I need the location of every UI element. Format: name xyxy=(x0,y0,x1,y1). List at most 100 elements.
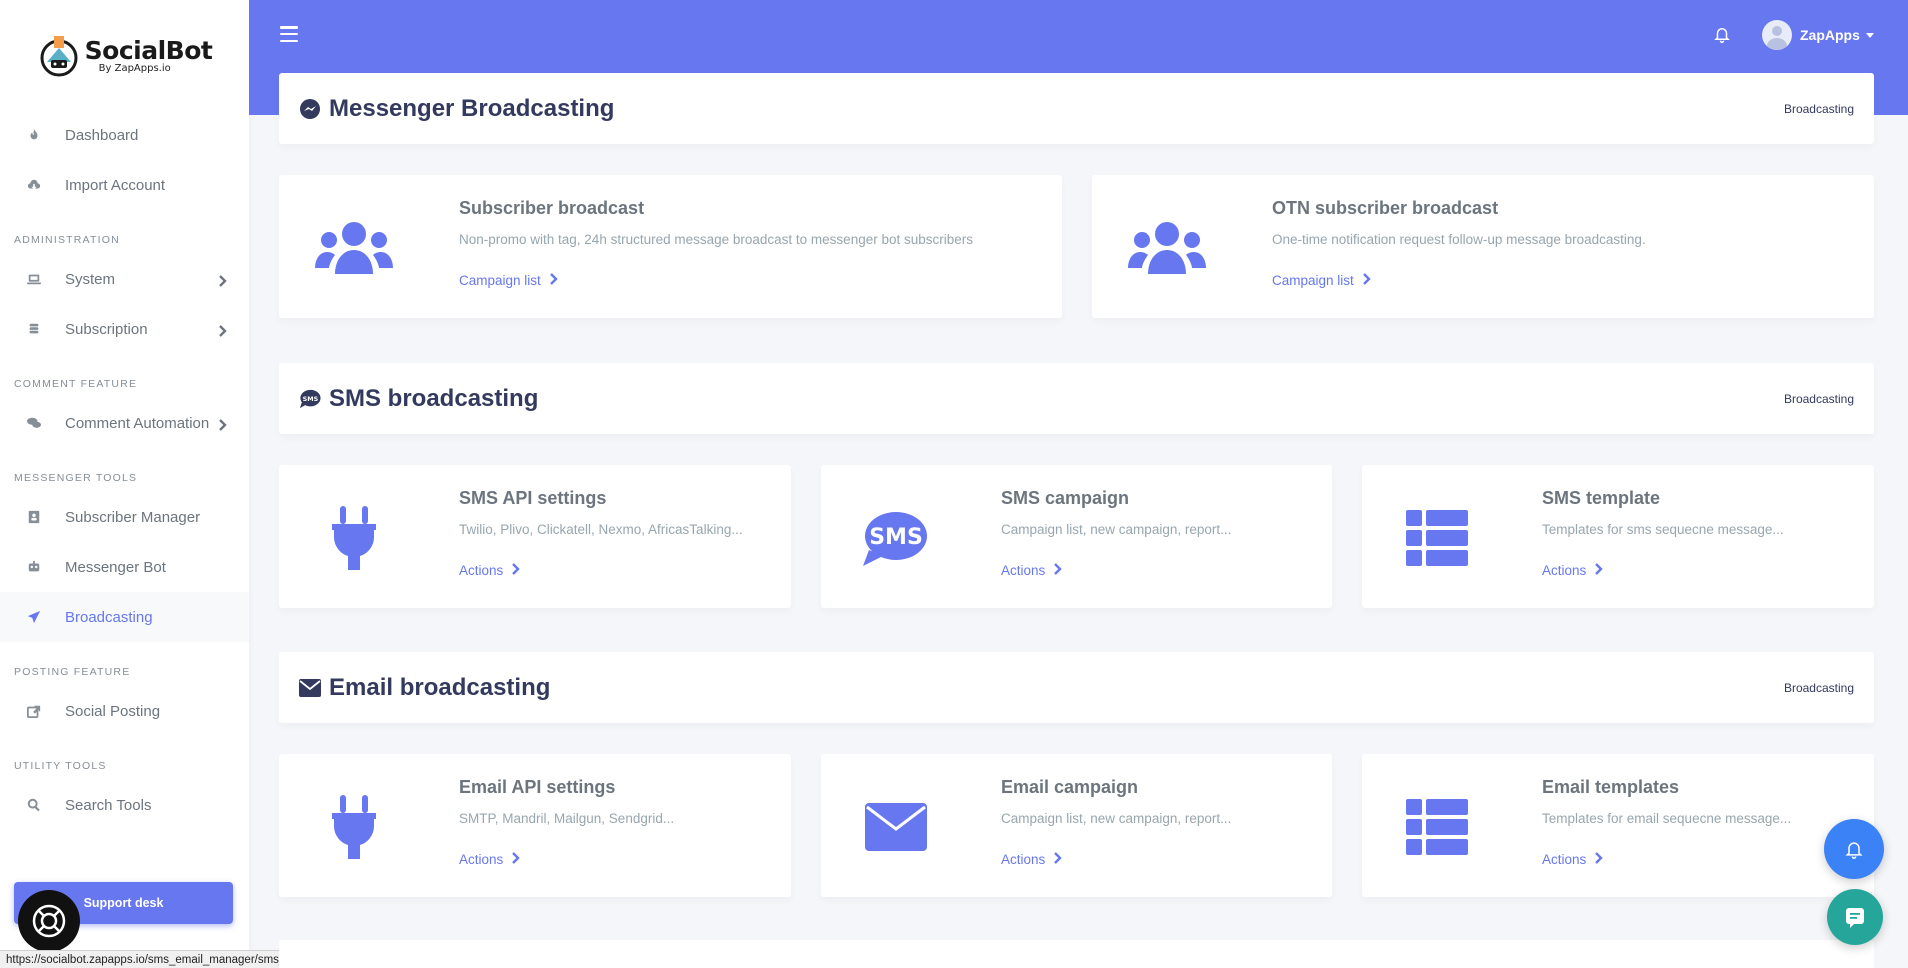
sidebar-item-label: Import Account xyxy=(65,176,166,194)
sidebar-item-label: System xyxy=(65,270,116,288)
feature-card: Email templates Templates for email seque… xyxy=(1362,754,1874,897)
card-title: OTN subscriber broadcast xyxy=(1272,198,1499,218)
sidebar-item-label: Subscription xyxy=(65,320,148,338)
sidebar-item-label: Messenger Bot xyxy=(65,558,166,576)
svg-text:SMS: SMS xyxy=(303,394,319,402)
sms-icon: SMS xyxy=(299,388,321,410)
th-list-icon xyxy=(1392,792,1482,862)
chevron-right-icon xyxy=(512,852,520,867)
avatar xyxy=(1762,20,1792,50)
sidebar-item-label: Search Tools xyxy=(65,796,152,814)
envelope-icon xyxy=(851,792,941,862)
chevron-right-icon xyxy=(1054,852,1062,867)
notification-fab-bell-icon[interactable] xyxy=(1824,819,1884,879)
card-action-link[interactable]: Campaign list xyxy=(1272,273,1371,288)
chat-fab-icon[interactable] xyxy=(1827,889,1883,945)
chevron-right-icon xyxy=(1362,273,1371,288)
card-description: Twilio, Plivo, Clickatell, Nexmo, Africa… xyxy=(459,522,743,537)
card-title: Email templates xyxy=(1542,777,1680,797)
th-list-icon xyxy=(1392,503,1482,573)
chevron-right-icon xyxy=(217,272,229,287)
sidebar-item-system[interactable]: System xyxy=(0,254,249,304)
feature-card: Subscriber broadcast Non-promo with tag, … xyxy=(279,175,1062,318)
feature-card: Email API settings SMTP, Mandril, Mailgun… xyxy=(279,754,791,897)
card-title: SMS campaign xyxy=(1001,488,1130,508)
card-link-label: Campaign list xyxy=(459,273,541,288)
feature-card: SMS SMS campaign Campaign list, new campai… xyxy=(821,465,1332,608)
breadcrumb[interactable]: Broadcasting xyxy=(1784,102,1854,116)
sidebar-item-search-tools[interactable]: Search Tools xyxy=(0,780,249,830)
card-link-label: Actions xyxy=(1542,563,1587,578)
sidebar-item-broadcasting[interactable]: Broadcasting xyxy=(0,592,249,642)
menu-section-header: ADMINISTRATION xyxy=(14,234,120,246)
lifebuoy-icon[interactable] xyxy=(18,890,80,952)
card-description: Templates for sms sequecne message... xyxy=(1542,522,1784,537)
card-action-link[interactable]: Actions xyxy=(1001,563,1062,578)
sidebar-item-subscriber-manager[interactable]: Subscriber Manager xyxy=(0,492,249,542)
card-action-link[interactable]: Actions xyxy=(1542,563,1603,578)
feature-card: Email campaign Campaign list, new campaig… xyxy=(821,754,1332,897)
caret-down-icon xyxy=(1865,32,1874,38)
sidebar-item-label: Dashboard xyxy=(65,126,139,144)
card-link-label: Actions xyxy=(1542,852,1587,867)
messenger-icon xyxy=(299,98,321,120)
bell-icon[interactable] xyxy=(1713,24,1733,44)
chevron-right-icon xyxy=(1595,563,1603,578)
feature-card: SMS template Templates for sms sequecne m… xyxy=(1362,465,1874,608)
card-description: One-time notification request follow-up … xyxy=(1272,232,1646,247)
brand-name: SocialBot xyxy=(84,36,213,65)
sidebar: SocialBot By ZapApps.io Dashboard Import … xyxy=(0,0,249,968)
card-action-link[interactable]: Actions xyxy=(1542,852,1603,867)
brand-logo[interactable]: SocialBot By ZapApps.io xyxy=(0,0,249,110)
card-action-link[interactable]: Actions xyxy=(1001,852,1062,867)
card-link-label: Campaign list xyxy=(1272,273,1354,288)
card-title: Email campaign xyxy=(1001,777,1139,797)
sidebar-item-label: Social Posting xyxy=(65,702,161,720)
sidebar-item-social-posting[interactable]: Social Posting xyxy=(0,686,249,736)
sidebar-item-dashboard[interactable]: Dashboard xyxy=(0,110,249,160)
users-icon xyxy=(1122,213,1212,283)
sidebar-item-messenger-bot[interactable]: Messenger Bot xyxy=(0,542,249,592)
menu-section-header: COMMENT FEATURE xyxy=(14,378,138,390)
chevron-right-icon xyxy=(217,416,229,431)
section-header: Messenger Broadcasting Broadcasting xyxy=(279,73,1874,144)
fire-icon xyxy=(26,127,42,143)
sidebar-item-import-account[interactable]: Import Account xyxy=(0,160,249,210)
user-menu[interactable]: ZapApps xyxy=(1762,20,1874,50)
address-card-icon xyxy=(26,509,42,525)
comments-icon xyxy=(26,415,42,431)
chevron-right-icon xyxy=(549,273,558,288)
card-title: SMS template xyxy=(1542,488,1661,508)
sidebar-item-comment-automation[interactable]: Comment Automation xyxy=(0,398,249,448)
card-description: Non-promo with tag, 24h structured messa… xyxy=(459,232,974,247)
card-action-link[interactable]: Campaign list xyxy=(459,273,558,288)
chevron-right-icon xyxy=(512,563,520,578)
sidebar-item-subscription[interactable]: Subscription xyxy=(0,304,249,354)
section-title: Messenger Broadcasting xyxy=(329,94,615,122)
laptop-icon xyxy=(26,271,42,287)
sidebar-item-label: Broadcasting xyxy=(65,608,153,626)
section-header: SMS SMS broadcasting Broadcasting xyxy=(279,363,1874,434)
menu-section-header: UTILITY TOOLS xyxy=(14,760,107,772)
breadcrumb[interactable]: Broadcasting xyxy=(1784,681,1854,695)
section-header: Email broadcasting Broadcasting xyxy=(279,652,1874,723)
coins-icon xyxy=(26,321,42,337)
card-description: Campaign list, new campaign, report... xyxy=(1001,811,1232,826)
partial-card xyxy=(279,940,1874,968)
sidebar-item-label: Comment Automation xyxy=(65,414,210,432)
robot-icon xyxy=(26,559,42,575)
card-action-link[interactable]: Actions xyxy=(459,563,520,578)
card-link-label: Actions xyxy=(1001,852,1046,867)
sms-icon: SMS xyxy=(851,503,941,573)
card-title: Email API settings xyxy=(459,777,616,797)
plug-icon xyxy=(309,792,399,862)
section-title: SMS broadcasting xyxy=(329,384,539,412)
users-icon xyxy=(309,213,399,283)
chevron-right-icon xyxy=(1054,563,1062,578)
breadcrumb[interactable]: Broadcasting xyxy=(1784,392,1854,406)
hamburger-menu-icon[interactable] xyxy=(280,26,298,42)
share-icon xyxy=(26,703,42,719)
plug-icon xyxy=(309,503,399,573)
card-description: Templates for email sequecne message... xyxy=(1542,811,1792,826)
card-action-link[interactable]: Actions xyxy=(459,852,520,867)
